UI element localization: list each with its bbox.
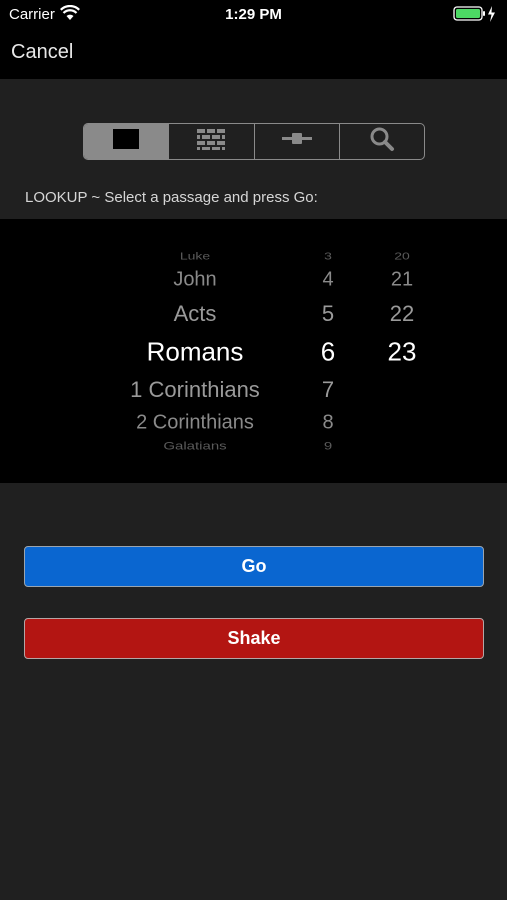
battery-charging-icon xyxy=(453,5,499,28)
go-button[interactable]: Go xyxy=(24,546,484,587)
mode-segmented-control xyxy=(83,123,425,160)
cancel-button[interactable]: Cancel xyxy=(11,41,73,64)
book-option[interactable]: 1 Corinthians xyxy=(85,377,305,403)
segment-square[interactable] xyxy=(84,124,169,159)
book-option[interactable]: John xyxy=(85,269,305,292)
search-icon xyxy=(369,126,395,157)
chapter-option[interactable]: 8 xyxy=(303,412,353,435)
nav-bar: Cancel xyxy=(0,28,507,79)
lookup-prompt: LOOKUP ~ Select a passage and press Go: xyxy=(25,189,318,206)
chapter-option-selected[interactable]: 6 xyxy=(303,337,353,368)
book-option-selected[interactable]: Romans xyxy=(85,337,305,368)
chapter-option[interactable]: 7 xyxy=(303,377,353,403)
book-option[interactable]: 2 Corinthians xyxy=(85,412,305,435)
chapter-wheel[interactable]: 3 4 5 6 7 8 9 xyxy=(303,219,353,483)
status-bar: Carrier 1:29 PM xyxy=(0,0,507,28)
passage-picker[interactable]: Luke John Acts Romans 1 Corinthians 2 Co… xyxy=(0,219,507,483)
square-icon xyxy=(112,128,140,155)
chapter-option[interactable]: 3 xyxy=(303,250,353,261)
verse-wheel[interactable]: 20 21 22 23 xyxy=(372,219,432,483)
status-time: 1:29 PM xyxy=(225,6,282,23)
slider-icon xyxy=(281,132,312,151)
verse-option-selected[interactable]: 23 xyxy=(372,337,432,368)
chapter-option[interactable]: 9 xyxy=(303,440,353,453)
segment-brick-wall[interactable] xyxy=(168,124,253,159)
verse-option[interactable]: 20 xyxy=(372,250,432,261)
verse-option[interactable]: 21 xyxy=(372,269,432,292)
segment-slider[interactable] xyxy=(253,124,339,159)
book-option[interactable]: Galatians xyxy=(85,440,305,453)
shake-button[interactable]: Shake xyxy=(24,618,484,659)
book-option[interactable]: Acts xyxy=(85,301,305,327)
chapter-option[interactable]: 5 xyxy=(303,301,353,327)
book-option[interactable]: Luke xyxy=(85,250,305,261)
brick-wall-icon xyxy=(196,128,226,155)
verse-option[interactable]: 22 xyxy=(372,301,432,327)
book-wheel[interactable]: Luke John Acts Romans 1 Corinthians 2 Co… xyxy=(85,219,305,483)
segment-search[interactable] xyxy=(338,124,424,159)
chapter-option[interactable]: 4 xyxy=(303,269,353,292)
